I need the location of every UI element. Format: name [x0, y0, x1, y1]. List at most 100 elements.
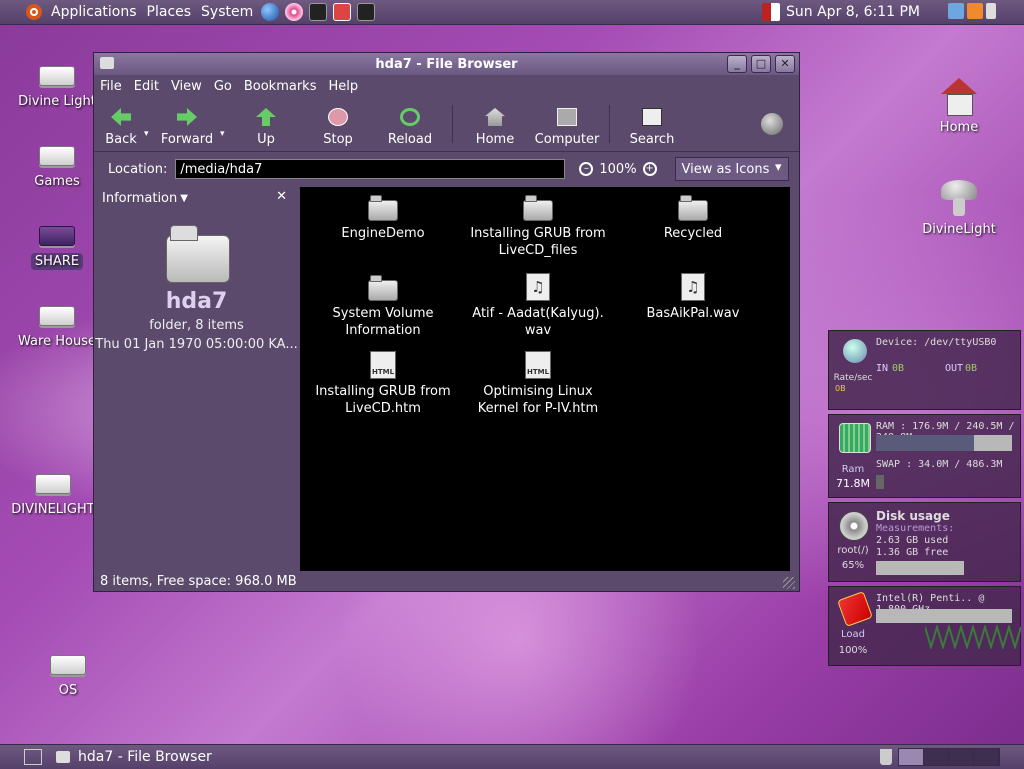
close-pane-icon[interactable]: ✕ — [276, 189, 287, 204]
window-menu-icon[interactable] — [100, 57, 114, 69]
file-item[interactable]: EngineDemo — [305, 189, 461, 242]
home-label: Home — [475, 132, 515, 147]
desktop-icon-divinelight-usb[interactable]: DIVINELIGHT — [10, 474, 96, 517]
file-item[interactable]: ♫ BasAikPal.wav — [615, 269, 771, 322]
home-button[interactable]: Home — [459, 108, 531, 151]
workspace-switcher — [898, 748, 1000, 766]
view-mode-value: View as Icons — [681, 161, 770, 177]
folder-large-icon — [165, 225, 230, 283]
side-pane-title[interactable]: Information — [102, 191, 177, 206]
side-pane-header: Information ▼ ✕ — [94, 187, 299, 209]
disk-percent: 65% — [841, 560, 865, 571]
disk-bar — [876, 561, 964, 575]
desktop-icon-home[interactable]: Home — [916, 78, 1002, 135]
file-item[interactable]: System Volume Information — [305, 269, 461, 339]
search-button[interactable]: Search — [616, 108, 688, 151]
places-menu[interactable]: Places — [142, 0, 197, 24]
cpu-bar — [876, 609, 1012, 623]
home-icon — [485, 108, 505, 126]
location-input[interactable] — [175, 159, 566, 179]
throbber-icon — [761, 113, 783, 135]
disk-used: 2.63 GB used — [876, 535, 949, 546]
cd-player-launcher-icon[interactable] — [285, 3, 304, 21]
logout-icon[interactable] — [762, 3, 781, 21]
web-browser-launcher-icon[interactable] — [261, 3, 280, 21]
file-label: LiveCD.htm — [345, 401, 421, 416]
menu-bookmarks[interactable]: Bookmarks — [244, 79, 317, 94]
workspace-3[interactable] — [949, 749, 974, 765]
menu-help[interactable]: Help — [328, 79, 358, 94]
zoom-in-icon[interactable]: + — [642, 162, 657, 176]
desktop-icon-os[interactable]: OS — [25, 655, 111, 698]
disk-monitor: Disk usage Measurements: 2.63 GB used 1.… — [828, 502, 1021, 582]
menu-file[interactable]: File — [100, 79, 122, 94]
file-label: Atif - Aadat(Kalyug). — [472, 306, 604, 321]
html-file-icon: HTML — [370, 351, 396, 379]
file-browser-window: hda7 - File Browser _ □ ✕ File Edit View… — [93, 52, 800, 592]
file-view[interactable]: EngineDemo Installing GRUB from LiveCD_f… — [300, 187, 790, 571]
workspace-2[interactable] — [924, 749, 949, 765]
file-item[interactable]: HTML Optimising Linux Kernel for P-IV.ht… — [460, 347, 616, 417]
desktop-icon-label: Divine Light — [18, 94, 96, 109]
desktop-icon-games[interactable]: Games — [14, 146, 100, 189]
minimize-button[interactable]: _ — [727, 55, 747, 73]
menu-view[interactable]: View — [171, 79, 202, 94]
phone-launcher-icon[interactable] — [333, 3, 352, 21]
terminal-launcher-icon[interactable] — [309, 3, 328, 21]
ram-chip-icon — [839, 423, 871, 453]
reload-button[interactable]: Reload — [374, 108, 446, 151]
desktop-icon-divinelight[interactable]: DivineLight — [916, 178, 1002, 237]
view-mode-select[interactable]: View as Icons — [674, 157, 789, 181]
forward-arrow-icon — [177, 108, 197, 126]
drive-icon — [50, 655, 86, 675]
stop-button[interactable]: Stop — [302, 108, 374, 151]
console-launcher-icon[interactable] — [357, 3, 376, 21]
close-button[interactable]: ✕ — [775, 55, 795, 73]
workspace-4[interactable] — [974, 749, 999, 765]
volume-tray-icon[interactable] — [986, 3, 996, 19]
forward-label: Forward — [160, 132, 214, 147]
zoom-level[interactable]: 100% — [599, 162, 636, 177]
folder-icon — [678, 195, 708, 221]
back-button[interactable]: Back — [98, 108, 144, 151]
computer-icon — [557, 108, 577, 126]
up-button[interactable]: Up — [230, 108, 302, 151]
swap-usage-text: SWAP : 34.0M / 486.3M — [876, 459, 1003, 470]
update-tray-icon[interactable] — [967, 3, 983, 19]
desktop-icon-label: Ware House — [18, 334, 96, 349]
back-history-dropdown[interactable]: ▾ — [144, 129, 154, 151]
cpu-load-value: 100% — [838, 645, 868, 656]
file-label: Installing GRUB from — [470, 226, 606, 241]
network-tray-icon[interactable] — [948, 3, 964, 19]
file-item[interactable]: ♫ Atif - Aadat(Kalyug). wav — [460, 269, 616, 339]
show-desktop-icon[interactable] — [24, 749, 42, 765]
workspace-1[interactable] — [899, 749, 924, 765]
audio-file-icon: ♫ — [526, 273, 550, 301]
zoom-out-icon[interactable]: – — [579, 162, 594, 176]
menu-edit[interactable]: Edit — [134, 79, 159, 94]
file-label: Installing GRUB from — [315, 384, 451, 399]
forward-history-dropdown[interactable]: ▾ — [220, 129, 230, 151]
file-item[interactable]: Installing GRUB from LiveCD_files — [460, 189, 616, 259]
computer-button[interactable]: Computer — [531, 108, 603, 151]
clock[interactable]: Sun Apr 8, 6:11 PM — [762, 0, 920, 24]
desktop-icon-divine-light[interactable]: Divine Light — [14, 66, 100, 109]
maximize-button[interactable]: □ — [751, 55, 771, 73]
ubuntu-logo-icon[interactable] — [26, 4, 42, 20]
desktop-icon-ware-house[interactable]: Ware House — [14, 306, 100, 349]
chevron-down-icon[interactable]: ▼ — [180, 193, 188, 204]
resize-grip-icon[interactable] — [783, 577, 795, 589]
applications-menu[interactable]: Applications — [46, 0, 142, 24]
window-titlebar[interactable]: hda7 - File Browser _ □ ✕ — [94, 53, 799, 75]
location-bar: Location: – 100% + View as Icons — [94, 152, 799, 186]
desktop-icon-share[interactable]: SHARE — [14, 226, 100, 270]
file-item[interactable]: HTML Installing GRUB from LiveCD.htm — [305, 347, 461, 417]
usb-drive-icon — [35, 474, 71, 494]
file-item[interactable]: Recycled — [615, 189, 771, 242]
trash-icon[interactable] — [880, 749, 892, 765]
mushroom-icon — [939, 178, 979, 218]
taskbar-button-file-browser[interactable]: hda7 - File Browser — [50, 747, 218, 767]
system-menu[interactable]: System — [196, 0, 258, 24]
forward-button[interactable]: Forward — [154, 108, 220, 151]
menu-go[interactable]: Go — [214, 79, 232, 94]
